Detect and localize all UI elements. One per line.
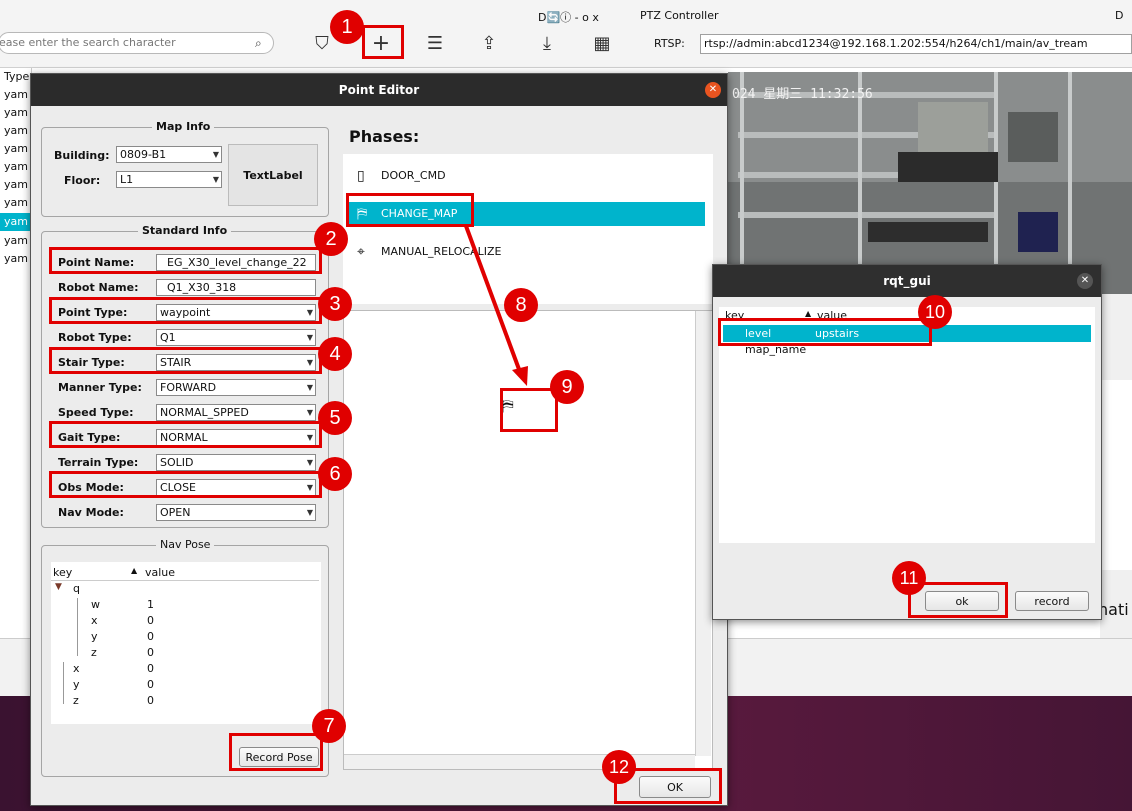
annotation-badge: 5 (318, 401, 352, 435)
annotation-badge: 12 (602, 750, 636, 784)
annotation-arrow (464, 225, 528, 386)
annotation-badge: 3 (318, 287, 352, 321)
annotation-badge: 10 (918, 295, 952, 329)
annotation-badge: 1 (330, 10, 364, 44)
annotation-badge: 6 (318, 457, 352, 491)
annotation-badge: 9 (550, 370, 584, 404)
annotation-badge: 8 (504, 288, 538, 322)
annotation-badge: 11 (892, 561, 926, 595)
annotation-badge: 4 (318, 337, 352, 371)
annotation-badge: 2 (314, 222, 348, 256)
annotation-badge: 7 (312, 709, 346, 743)
